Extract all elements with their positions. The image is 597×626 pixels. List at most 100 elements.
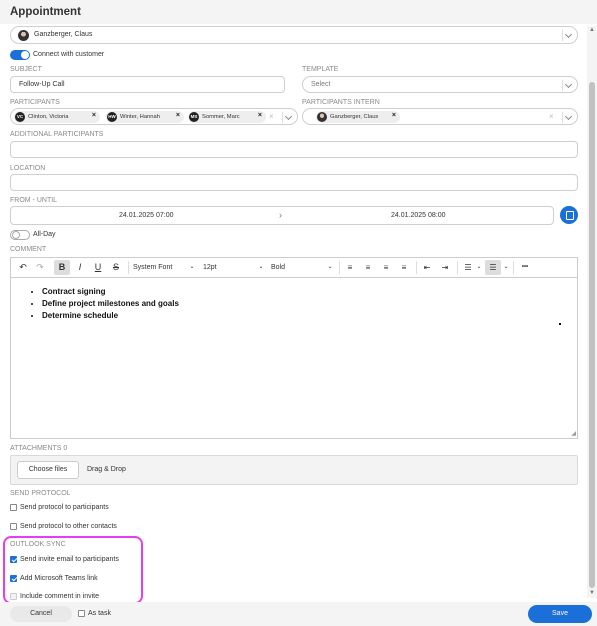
subject-label: SUBJECT [10, 66, 42, 73]
remove-chip-icon[interactable]: × [392, 112, 396, 119]
from-until-label: FROM - UNTIL [10, 197, 58, 204]
date-range-input[interactable]: 24.01.2025 07:00 › 24.01.2025 08:00 [10, 206, 554, 225]
participant-chip[interactable]: HW Winter, Hannah × [106, 111, 184, 123]
remove-chip-icon[interactable]: × [92, 112, 96, 119]
chevron-down-icon[interactable]: ⌄ [475, 260, 483, 275]
participant-name: Clinton, Victoria [28, 114, 69, 120]
template-select[interactable]: Select [302, 76, 578, 93]
font-size-select[interactable]: 12pt [203, 260, 233, 275]
underline-button[interactable]: U [91, 260, 105, 275]
all-day-label: All-Day [33, 231, 56, 238]
contact-name: Ganzberger, Claus [34, 31, 93, 38]
protocol-participants-checkbox[interactable] [10, 504, 17, 511]
attachment-dropzone[interactable]: Choose files Drag & Drop [10, 455, 578, 485]
block-format-select[interactable]: Bold [271, 260, 311, 275]
appointment-dialog: Appointment ▲ ▼ Ganzberger, Claus Connec… [0, 0, 597, 626]
range-arrow-icon: › [279, 210, 282, 220]
location-label: LOCATION [10, 165, 46, 172]
until-datetime[interactable]: 24.01.2025 08:00 [391, 212, 446, 219]
bold-button[interactable]: B [54, 260, 70, 275]
participant-name: Sommer, Marc [202, 114, 240, 120]
as-task-label: As task [88, 610, 111, 617]
participant-chip[interactable]: VC Clinton, Victoria × [14, 111, 100, 123]
protocol-others-checkbox[interactable] [10, 523, 17, 530]
cancel-button[interactable]: Cancel [10, 606, 72, 622]
align-justify-icon[interactable]: ≡ [397, 260, 411, 275]
save-button[interactable]: Save [528, 605, 592, 623]
numbered-list-icon[interactable]: ☰ [461, 260, 475, 275]
participant-avatar: HW [107, 112, 117, 122]
scroll-up-icon[interactable]: ▲ [589, 27, 595, 33]
participants-label: PARTICIPANTS [10, 99, 60, 106]
send-protocol-label: SEND PROTOCOL [10, 490, 71, 497]
align-center-icon[interactable]: ≡ [361, 260, 375, 275]
participant-name: Ganzberger, Claus [330, 114, 379, 120]
chevron-down-icon[interactable]: ⌄ [502, 260, 510, 275]
comment-bullet-list: Contract signing Define project mileston… [28, 286, 179, 322]
chevron-down-icon[interactable] [562, 80, 573, 91]
as-task-checkbox[interactable] [78, 610, 85, 617]
participants-intern-select[interactable]: Ganzberger, Claus × × [302, 108, 578, 125]
participant-avatar: VC [15, 112, 25, 122]
participant-avatar: MS [189, 112, 199, 122]
calendar-icon[interactable] [560, 206, 578, 224]
choose-files-button[interactable]: Choose files [17, 461, 79, 479]
all-day-toggle[interactable] [10, 230, 30, 240]
drag-drop-label: Drag & Drop [87, 466, 126, 473]
strikethrough-button[interactable]: S [109, 260, 123, 275]
subject-value: Follow-Up Call [19, 81, 65, 88]
chevron-down-icon[interactable]: ⌄ [256, 260, 266, 275]
bullet-item: Contract signing [42, 286, 179, 298]
italic-button[interactable]: I [73, 260, 87, 275]
align-right-icon[interactable]: ≡ [379, 260, 393, 275]
resize-handle-icon[interactable]: ◢ [571, 430, 576, 437]
remove-chip-icon[interactable]: × [258, 112, 262, 119]
additional-participants-label: ADDITIONAL PARTICIPANTS [10, 131, 104, 138]
chevron-down-icon[interactable]: ⌄ [325, 260, 335, 275]
bullet-item: Determine schedule [42, 310, 179, 322]
indent-icon[interactable]: ⇥ [438, 260, 452, 275]
participant-avatar [317, 112, 327, 122]
bullet-list-icon[interactable]: ☰ [485, 260, 501, 275]
clear-icon[interactable]: × [549, 112, 554, 121]
editor-toolbar: ↶ ↷ B I U S System Font ⌄ 12pt ⌄ Bold ⌄ … [10, 257, 578, 277]
protocol-others-label: Send protocol to other contacts [20, 523, 117, 530]
font-family-select[interactable]: System Font [133, 260, 183, 275]
undo-icon[interactable]: ↶ [16, 260, 30, 275]
dialog-title: Appointment [0, 0, 597, 24]
template-placeholder: Select [311, 81, 331, 88]
template-label: TEMPLATE [302, 66, 339, 73]
bullet-item: Define project milestones and goals [42, 298, 179, 310]
connect-customer-toggle[interactable] [10, 50, 30, 60]
remove-chip-icon[interactable]: × [176, 112, 180, 119]
participants-select[interactable]: VC Clinton, Victoria × HW Winter, Hannah… [10, 108, 298, 125]
chevron-down-icon[interactable] [282, 112, 293, 123]
redo-icon[interactable]: ↷ [33, 260, 47, 275]
participant-intern-chip[interactable]: Ganzberger, Claus × [316, 111, 400, 123]
chevron-down-icon[interactable] [562, 112, 573, 123]
participants-intern-label: PARTICIPANTS INTERN [302, 99, 380, 106]
more-options-icon[interactable]: ••• [516, 260, 534, 275]
align-left-icon[interactable]: ≡ [343, 260, 357, 275]
additional-participants-input[interactable] [10, 141, 578, 158]
dialog-footer: Cancel As task Save [0, 602, 597, 626]
contact-select[interactable]: Ganzberger, Claus [10, 26, 578, 44]
chevron-down-icon[interactable]: ⌄ [187, 260, 197, 275]
subject-input[interactable]: Follow-Up Call [10, 76, 285, 93]
participant-chip[interactable]: MS Sommer, Marc × [188, 111, 266, 123]
outlook-sync-highlight [3, 536, 143, 604]
scrollbar[interactable]: ▲ ▼ [587, 26, 597, 598]
connect-customer-label: Connect with customer [33, 51, 105, 58]
outdent-icon[interactable]: ⇤ [420, 260, 434, 275]
scroll-down-icon[interactable]: ▼ [589, 590, 595, 596]
comment-label: COMMENT [10, 246, 47, 253]
comment-editor[interactable]: Contract signing Define project mileston… [10, 277, 578, 439]
from-datetime[interactable]: 24.01.2025 07:00 [119, 212, 174, 219]
location-input[interactable] [10, 174, 578, 191]
clear-icon[interactable]: × [269, 112, 274, 121]
chevron-down-icon[interactable] [562, 30, 573, 41]
attachments-label: ATTACHMENTS 0 [10, 445, 68, 452]
cursor-dot [559, 323, 561, 325]
participant-name: Winter, Hannah [120, 114, 160, 120]
scrollbar-thumb[interactable] [589, 82, 595, 588]
